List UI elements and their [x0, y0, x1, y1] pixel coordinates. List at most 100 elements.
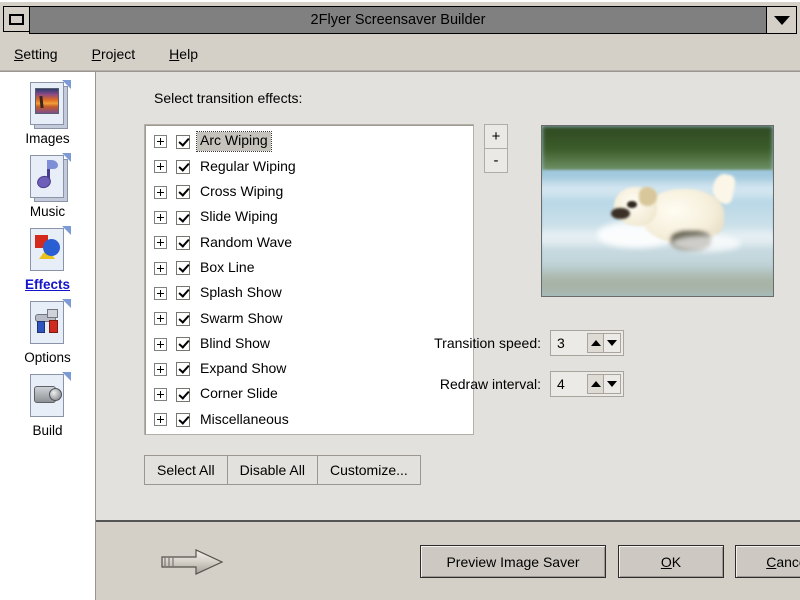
list-item[interactable]: Cross Wiping	[145, 180, 473, 205]
transition-speed-row: Transition speed: 3	[391, 330, 624, 356]
footer-bar: Preview Image Saver OK Cancel	[96, 520, 800, 600]
menu-bar: Setting Project Help	[0, 38, 800, 71]
customize-button[interactable]: Customize...	[316, 455, 421, 485]
ok-label: K	[671, 553, 682, 570]
effect-checkbox[interactable]	[176, 337, 190, 352]
title-bar: 2Flyer Screensaver Builder	[0, 0, 800, 38]
expand-plus-icon[interactable]	[154, 236, 167, 250]
expand-plus-icon[interactable]	[154, 388, 167, 402]
list-item[interactable]: Arc Wiping	[145, 129, 473, 154]
triangle-down-icon	[607, 381, 617, 387]
transition-speed-up-button[interactable]	[587, 333, 604, 353]
decrease-button[interactable]: -	[485, 149, 507, 172]
redraw-interval-value[interactable]: 4	[551, 372, 587, 396]
effect-checkbox[interactable]	[176, 185, 190, 200]
list-action-buttons: Select All Disable All Customize...	[144, 455, 421, 485]
sidebar-item-effects[interactable]: Effects	[0, 226, 95, 292]
effect-checkbox[interactable]	[176, 311, 190, 326]
list-item[interactable]: Regular Wiping	[145, 154, 473, 179]
transition-speed-label: Transition speed:	[434, 335, 541, 351]
menu-item-help[interactable]: Help	[167, 43, 212, 65]
list-item[interactable]: Splash Show	[145, 281, 473, 306]
effect-checkbox[interactable]	[176, 235, 190, 250]
triangle-up-icon	[590, 340, 601, 346]
expand-plus-icon[interactable]	[154, 362, 167, 376]
menu-item-project[interactable]: Project	[90, 43, 150, 65]
transition-speed-value[interactable]: 3	[551, 331, 587, 355]
effect-checkbox[interactable]	[176, 286, 190, 301]
effect-label: Cross Wiping	[200, 183, 284, 200]
menu-label-help: elp	[179, 46, 198, 62]
effect-checkbox[interactable]	[176, 210, 190, 225]
effect-label: Regular Wiping	[200, 157, 296, 174]
menu-accel-help: H	[169, 46, 180, 62]
sidebar-label-effects: Effects	[24, 277, 70, 292]
sidebar-item-build[interactable]: Build	[0, 372, 95, 438]
transition-speed-stepper[interactable]: 3	[550, 330, 624, 356]
menu-accel-project: P	[91, 46, 101, 62]
expand-plus-icon[interactable]	[154, 185, 167, 199]
chevron-down-icon	[773, 15, 790, 25]
main-content-panel: Select transition effects: Arc Wiping Re…	[96, 71, 800, 520]
window-title-strip[interactable]: 2Flyer Screensaver Builder	[29, 6, 767, 34]
build-camera-icon	[25, 372, 71, 420]
expand-plus-icon[interactable]	[154, 261, 167, 275]
disable-all-button[interactable]: Disable All	[226, 455, 317, 485]
transition-speed-down-button[interactable]	[604, 333, 621, 353]
list-item[interactable]: Slide Wiping	[145, 205, 473, 230]
effect-checkbox[interactable]	[176, 261, 190, 276]
expand-plus-icon[interactable]	[154, 135, 167, 149]
redraw-interval-down-button[interactable]	[604, 374, 621, 394]
list-zoom-controls: + -	[484, 124, 508, 173]
increase-button[interactable]: +	[485, 125, 507, 149]
sidebar-item-images[interactable]: Images	[0, 80, 95, 146]
sidebar-label-images: Images	[25, 131, 70, 146]
window-title: 2Flyer Screensaver Builder	[310, 12, 486, 28]
effect-label: Splash Show	[200, 284, 282, 301]
sidebar-item-options[interactable]: Options	[0, 299, 95, 365]
effect-checkbox[interactable]	[176, 387, 190, 402]
effect-checkbox[interactable]	[176, 134, 190, 149]
triangle-up-icon	[590, 381, 601, 387]
section-title: Select transition effects:	[154, 90, 303, 106]
list-item[interactable]: Box Line	[145, 255, 473, 280]
ok-button[interactable]: OK	[618, 545, 724, 578]
expand-plus-icon[interactable]	[154, 160, 167, 174]
effect-label: Expand Show	[200, 360, 287, 377]
expand-plus-icon[interactable]	[154, 211, 167, 225]
expand-plus-icon[interactable]	[154, 337, 167, 351]
effect-label: Box Line	[200, 258, 255, 275]
preview-image-saver-button[interactable]: Preview Image Saver	[420, 545, 606, 578]
effect-label: Corner Slide	[200, 385, 278, 402]
sidebar-item-music[interactable]: Music	[0, 153, 95, 219]
effect-checkbox[interactable]	[176, 159, 190, 174]
select-all-button[interactable]: Select All	[144, 455, 227, 485]
sidebar-navigation: Images Music Effects Options Build	[0, 71, 96, 600]
list-item[interactable]: Swarm Show	[145, 306, 473, 331]
redraw-interval-up-button[interactable]	[587, 374, 604, 394]
effect-label: Random Wave	[200, 233, 293, 250]
triangle-down-icon	[607, 340, 617, 346]
sidebar-label-options: Options	[24, 350, 71, 365]
expand-plus-icon[interactable]	[154, 286, 167, 300]
effect-label: Slide Wiping	[200, 208, 278, 225]
effect-checkbox[interactable]	[176, 412, 190, 427]
ok-accel: O	[660, 553, 672, 570]
effect-checkbox[interactable]	[176, 362, 190, 377]
arrow-right-icon	[161, 549, 224, 575]
menu-item-setting[interactable]: Setting	[12, 43, 72, 65]
list-item[interactable]: Miscellaneous	[145, 407, 473, 432]
cancel-accel: C	[766, 553, 777, 570]
effects-shapes-icon	[25, 226, 71, 274]
menu-accel-setting: S	[14, 46, 24, 62]
expand-plus-icon[interactable]	[154, 413, 167, 427]
redraw-interval-label: Redraw interval:	[439, 376, 541, 392]
redraw-interval-stepper[interactable]: 4	[550, 371, 624, 397]
effect-label: Blind Show	[200, 334, 271, 351]
minimize-button[interactable]	[767, 6, 797, 34]
list-item[interactable]: Random Wave	[145, 230, 473, 255]
menu-label-setting: etting	[23, 46, 58, 62]
expand-plus-icon[interactable]	[154, 312, 167, 326]
cancel-button[interactable]: Cancel	[735, 545, 800, 578]
system-menu-button[interactable]	[3, 6, 29, 32]
